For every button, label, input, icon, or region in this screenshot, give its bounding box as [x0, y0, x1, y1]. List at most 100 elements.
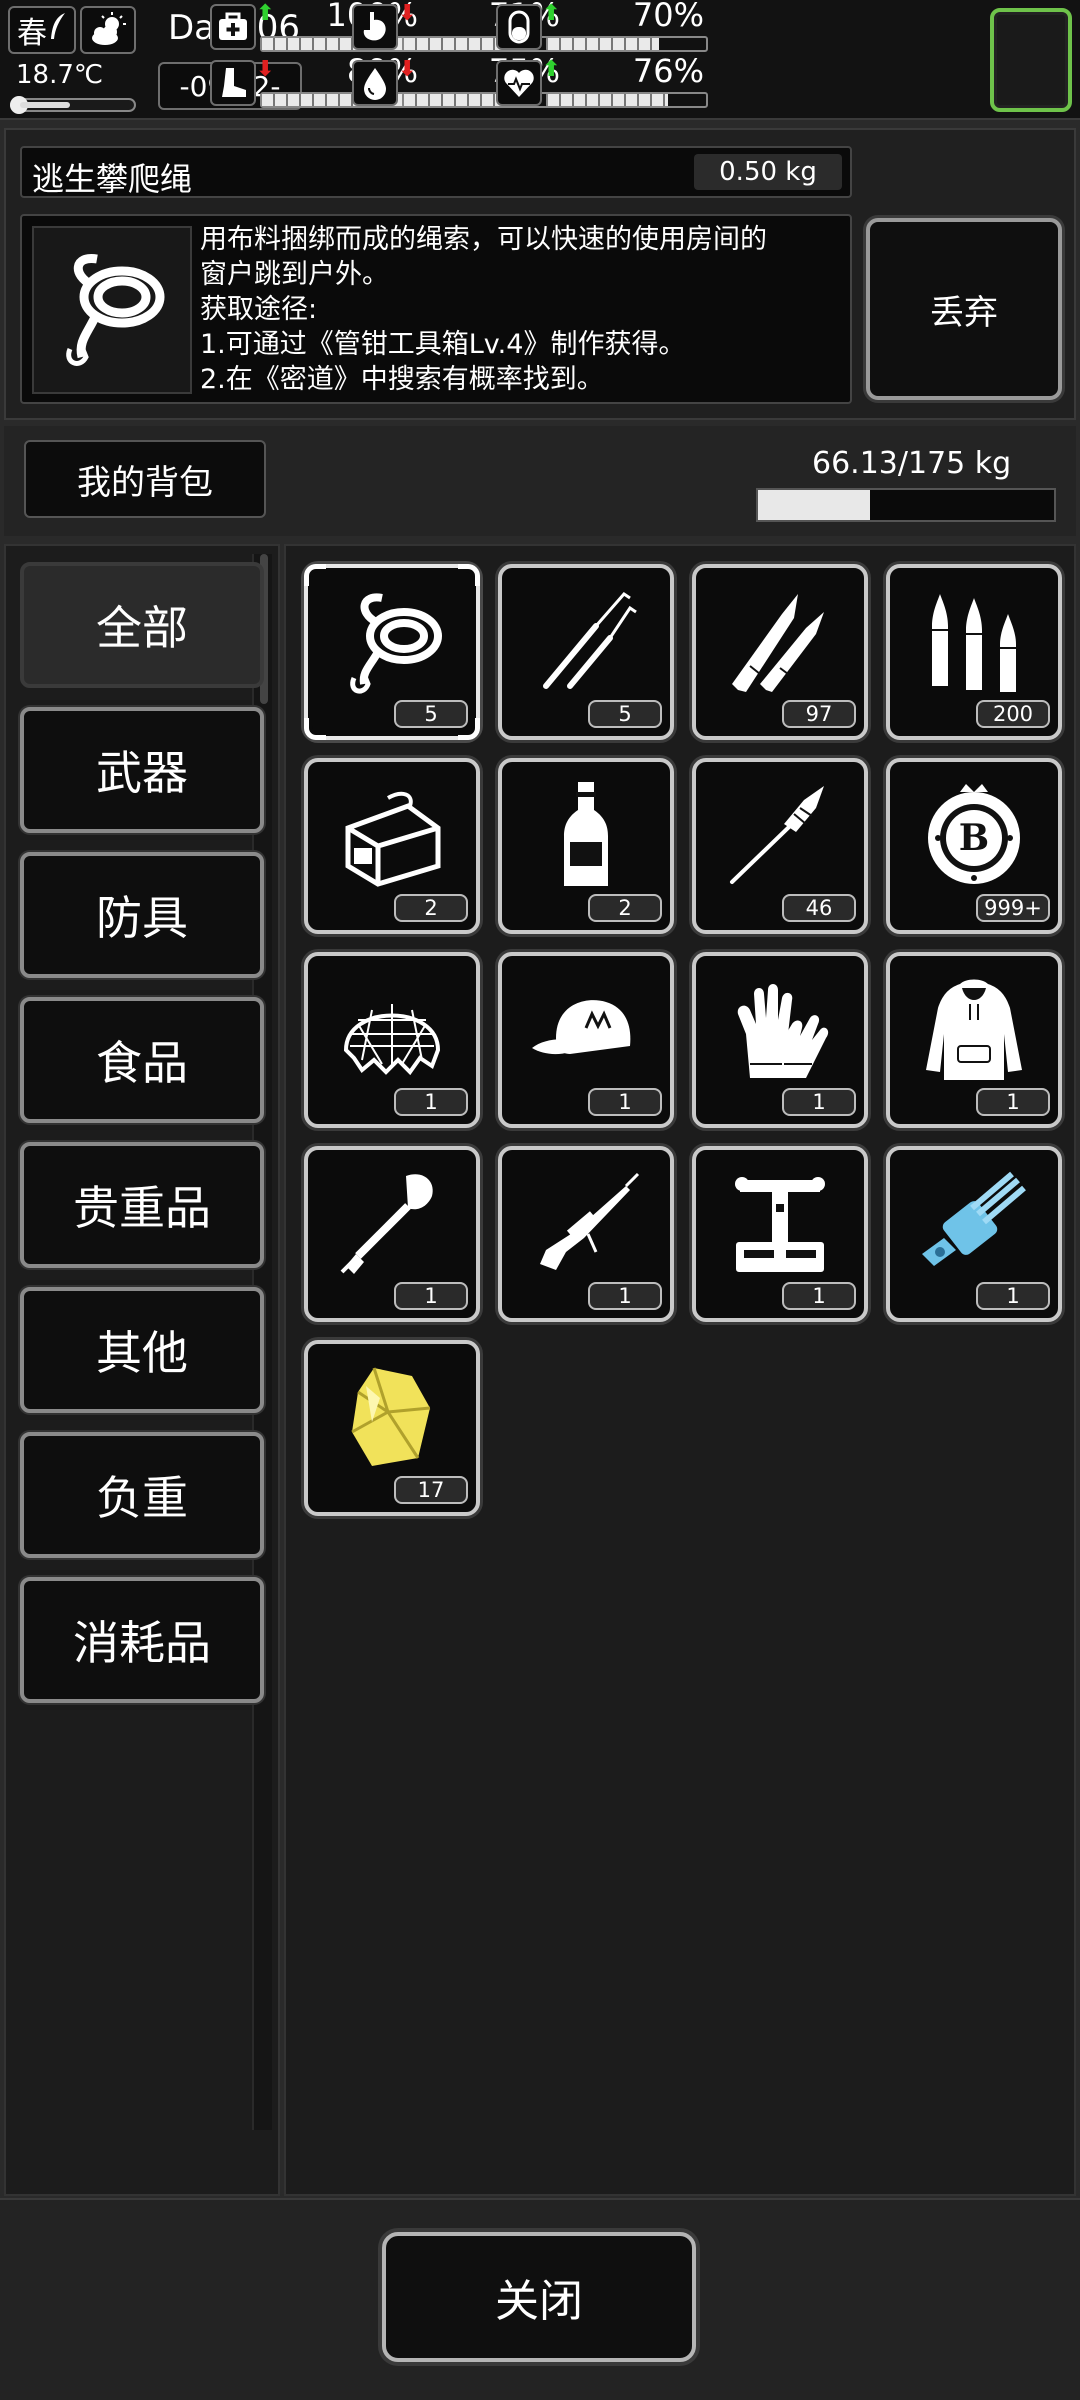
rifle-bullets-icon	[706, 576, 854, 706]
inventory-slot[interactable]: 1	[498, 1146, 674, 1322]
tweezers-icon	[512, 576, 660, 706]
camo-net-helmet-icon	[318, 964, 466, 1094]
minigun-icon	[900, 1158, 1048, 1288]
capacity-bar-fill	[758, 490, 870, 520]
temperature-gauge-fill	[20, 102, 70, 108]
vital-stat: ⬆ 70%	[496, 0, 710, 54]
inventory-slot[interactable]: 1	[304, 1146, 480, 1322]
pill-icon	[496, 4, 542, 50]
capacity-readout: 66.13/175 kg	[812, 446, 1012, 481]
item-count: 1	[976, 1282, 1050, 1310]
gloves-icon	[706, 964, 854, 1094]
inventory-slot[interactable]: 1	[886, 1146, 1062, 1322]
vital-stat-value: 76%	[632, 52, 704, 90]
item-count: 17	[394, 1476, 468, 1504]
sniper-rifle-icon	[512, 1158, 660, 1288]
category-tab[interactable]: 其他	[20, 1287, 264, 1413]
sun-cloud-icon	[92, 12, 126, 45]
selection-corner	[304, 718, 326, 740]
inventory-slot[interactable]: 2	[498, 758, 674, 934]
category-tab[interactable]: 贵重品	[20, 1142, 264, 1268]
trend-up-icon: ⬆	[542, 1, 561, 26]
inventory-slot[interactable]: 2	[304, 758, 480, 934]
season-indicator: 春	[8, 6, 76, 54]
category-tab[interactable]: 防具	[20, 852, 264, 978]
backpack-title: 我的背包	[24, 440, 266, 518]
inventory-slot[interactable]: 5	[304, 564, 480, 740]
foot-icon	[210, 60, 256, 106]
yellow-crystal-icon	[318, 1352, 466, 1482]
description-line: 2.在《密道》中搜索有概率找到。	[200, 364, 604, 395]
selection-corner	[304, 564, 326, 586]
vital-stat-bar-fill	[548, 94, 669, 106]
category-tab[interactable]: 消耗品	[20, 1577, 264, 1703]
item-count: 999+	[976, 894, 1050, 922]
description-line: 获取途径:	[200, 294, 318, 325]
item-count: 200	[976, 700, 1050, 728]
inventory-slot[interactable]: 1	[886, 952, 1062, 1128]
feather-icon	[49, 11, 67, 49]
item-detail-panel: 逃生攀爬绳 0.50 kg 用布料捆绑而成的绳索，可以快速的使用房间的 窗户跳到户…	[4, 128, 1076, 420]
item-count: 97	[782, 700, 856, 728]
inventory-slot[interactable]: 97	[692, 564, 868, 740]
item-count: 2	[588, 894, 662, 922]
inventory-slot[interactable]: 5	[498, 564, 674, 740]
rope-icon	[32, 226, 192, 394]
item-count: 2	[394, 894, 468, 922]
machine-rack-icon	[706, 1158, 854, 1288]
trend-down-icon: ⬇	[398, 57, 417, 82]
season-label: 春	[17, 16, 47, 51]
inventory-slot[interactable]: 200	[886, 564, 1062, 740]
trend-up-icon: ⬆	[256, 1, 275, 26]
inventory-slot[interactable]: 1	[304, 952, 480, 1128]
hoodie-icon	[900, 964, 1048, 1094]
selection-corner	[458, 718, 480, 740]
inventory-slot[interactable]: 1	[692, 952, 868, 1128]
item-count: 46	[782, 894, 856, 922]
weather-indicator[interactable]	[80, 6, 136, 54]
description-line: 1.可通过《管钳工具箱Lv.4》制作获得。	[200, 329, 686, 360]
description-line: 用布料捆绑而成的绳索，可以快速的使用房间的	[200, 224, 767, 255]
temperature-gauge	[10, 96, 136, 114]
item-description: 用布料捆绑而成的绳索，可以快速的使用房间的 窗户跳到户外。 获取途径: 1.可通过《管…	[200, 222, 840, 397]
rocket-grenade-icon	[706, 770, 854, 900]
selection-corner	[458, 564, 480, 586]
backpack-header: 我的背包 66.13/175 kg	[4, 426, 1076, 536]
capacity-bar	[756, 488, 1056, 522]
category-tab[interactable]: 武器	[20, 707, 264, 833]
item-count: 1	[782, 1282, 856, 1310]
item-name: 逃生攀爬绳	[32, 160, 193, 198]
item-count: 1	[782, 1088, 856, 1116]
item-description-box: 用布料捆绑而成的绳索，可以快速的使用房间的 窗户跳到户外。 获取途径: 1.可通过《管…	[20, 214, 852, 404]
inventory-slot[interactable]: 1	[692, 1146, 868, 1322]
inventory-slot[interactable]: 1	[498, 952, 674, 1128]
vital-stat-bar	[546, 92, 708, 108]
item-count: 1	[394, 1282, 468, 1310]
rope-icon	[318, 576, 466, 706]
category-tab[interactable]: 食品	[20, 997, 264, 1123]
item-count: 1	[588, 1282, 662, 1310]
ammo-cartridges-icon	[900, 576, 1048, 706]
category-sidebar: 全部武器防具食品贵重品其他负重消耗品	[4, 544, 280, 2196]
vital-stat: ⬆ 76%	[496, 52, 710, 110]
equipment-slot[interactable]	[990, 8, 1072, 112]
inventory-slot[interactable]: 17	[304, 1340, 480, 1516]
item-count: 1	[976, 1088, 1050, 1116]
baseball-cap-icon	[512, 964, 660, 1094]
water-drop-icon	[352, 60, 398, 106]
inventory-slot[interactable]: 46	[692, 758, 868, 934]
trend-down-icon: ⬇	[398, 1, 417, 26]
item-name-bar: 逃生攀爬绳 0.50 kg	[20, 146, 852, 198]
inventory-slot[interactable]: B 999+	[886, 758, 1062, 934]
health-kit-icon	[210, 4, 256, 50]
close-button[interactable]: 关闭	[382, 2232, 696, 2362]
category-tab[interactable]: 负重	[20, 1432, 264, 1558]
item-count: 1	[588, 1088, 662, 1116]
shovel-icon	[318, 1158, 466, 1288]
category-tab[interactable]: 全部	[20, 562, 264, 688]
drop-button[interactable]: 丢弃	[866, 218, 1062, 400]
status-bar: 春 18.7℃ Day206 -09:22- ⬆100%⬇71%⬆70%⬇89%…	[0, 0, 1080, 120]
vital-stat-value: 70%	[632, 0, 704, 34]
stomach-icon	[352, 4, 398, 50]
bottom-bar: 关闭	[0, 2198, 1080, 2400]
